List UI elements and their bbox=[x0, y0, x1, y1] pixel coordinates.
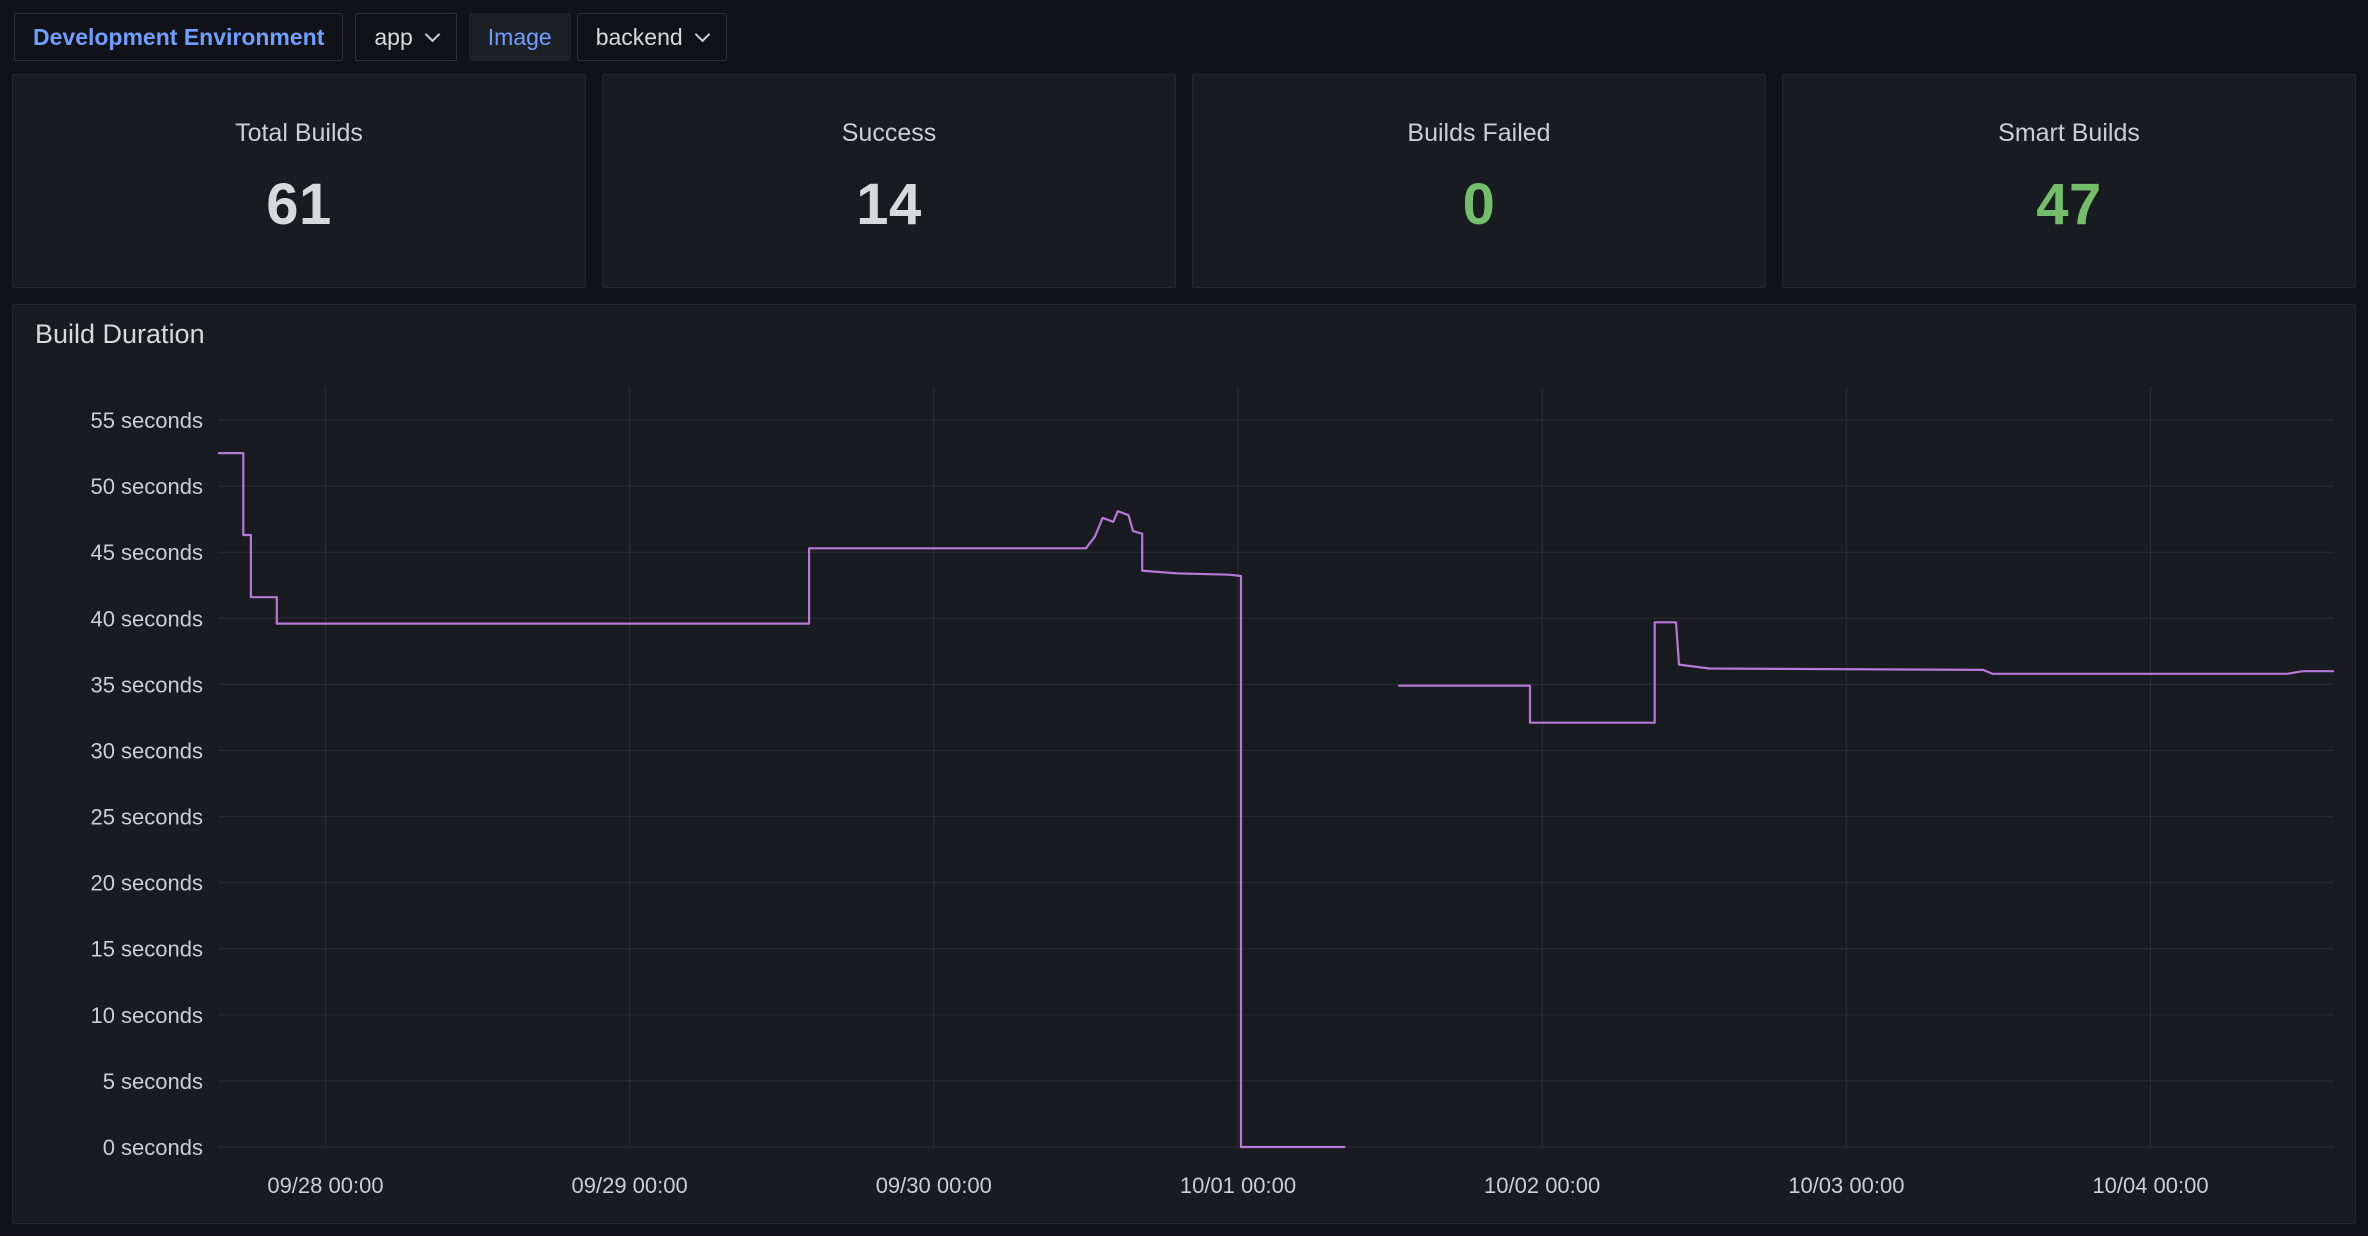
svg-text:0 seconds: 0 seconds bbox=[103, 1135, 203, 1160]
panel-title[interactable]: Build Duration bbox=[29, 319, 2339, 357]
svg-text:25 seconds: 25 seconds bbox=[90, 805, 203, 830]
stat-panel-smart-builds: Smart Builds 47 bbox=[1782, 74, 2356, 288]
stat-title: Success bbox=[842, 119, 936, 148]
svg-text:20 seconds: 20 seconds bbox=[90, 871, 203, 896]
svg-text:30 seconds: 30 seconds bbox=[90, 738, 203, 763]
stats-row: Total Builds 61 Success 14 Builds Failed… bbox=[12, 74, 2356, 288]
stat-value: 14 bbox=[856, 148, 922, 287]
svg-text:10/03 00:00: 10/03 00:00 bbox=[1788, 1173, 1904, 1198]
svg-text:09/28 00:00: 09/28 00:00 bbox=[267, 1173, 383, 1198]
svg-text:10/02 00:00: 10/02 00:00 bbox=[1484, 1173, 1600, 1198]
svg-text:40 seconds: 40 seconds bbox=[90, 606, 203, 631]
svg-text:5 seconds: 5 seconds bbox=[103, 1069, 203, 1094]
app-variable-dropdown[interactable]: app bbox=[355, 13, 456, 61]
toolbar: Development Environment app Image backen… bbox=[0, 0, 2368, 62]
svg-text:50 seconds: 50 seconds bbox=[90, 474, 203, 499]
svg-text:09/30 00:00: 09/30 00:00 bbox=[876, 1173, 992, 1198]
stat-title: Total Builds bbox=[235, 119, 363, 148]
chevron-down-icon bbox=[424, 26, 440, 42]
image-variable-dropdown[interactable]: backend bbox=[577, 13, 727, 61]
svg-text:09/29 00:00: 09/29 00:00 bbox=[572, 1173, 688, 1198]
svg-text:10 seconds: 10 seconds bbox=[90, 1003, 203, 1028]
stat-value: 0 bbox=[1463, 148, 1496, 287]
chevron-down-icon bbox=[694, 26, 710, 42]
image-variable-value: backend bbox=[596, 24, 683, 51]
app-variable-value: app bbox=[374, 24, 412, 51]
stat-panel-builds-failed: Builds Failed 0 bbox=[1192, 74, 1766, 288]
svg-text:55 seconds: 55 seconds bbox=[90, 408, 203, 433]
image-variable-group: Image backend bbox=[469, 13, 727, 61]
stat-title: Builds Failed bbox=[1407, 119, 1550, 148]
build-duration-chart[interactable]: 0 seconds 5 seconds 10 seconds 15 seconds 20… bbox=[29, 357, 2339, 1207]
svg-text:10/01 00:00: 10/01 00:00 bbox=[1180, 1173, 1296, 1198]
stat-value: 47 bbox=[2036, 148, 2102, 287]
svg-text:35 seconds: 35 seconds bbox=[90, 672, 203, 697]
dashboard-link-development-environment[interactable]: Development Environment bbox=[14, 13, 343, 61]
stat-panel-success: Success 14 bbox=[602, 74, 1176, 288]
svg-text:15 seconds: 15 seconds bbox=[90, 937, 203, 962]
stat-panel-total-builds: Total Builds 61 bbox=[12, 74, 586, 288]
stat-value: 61 bbox=[266, 148, 332, 287]
stat-title: Smart Builds bbox=[1998, 119, 2140, 148]
build-duration-panel: Build Duration 0 seconds 5 seconds 10 seco… bbox=[12, 304, 2356, 1224]
svg-text:10/04 00:00: 10/04 00:00 bbox=[2092, 1173, 2208, 1198]
svg-text:45 seconds: 45 seconds bbox=[90, 540, 203, 565]
image-variable-label: Image bbox=[469, 13, 571, 61]
